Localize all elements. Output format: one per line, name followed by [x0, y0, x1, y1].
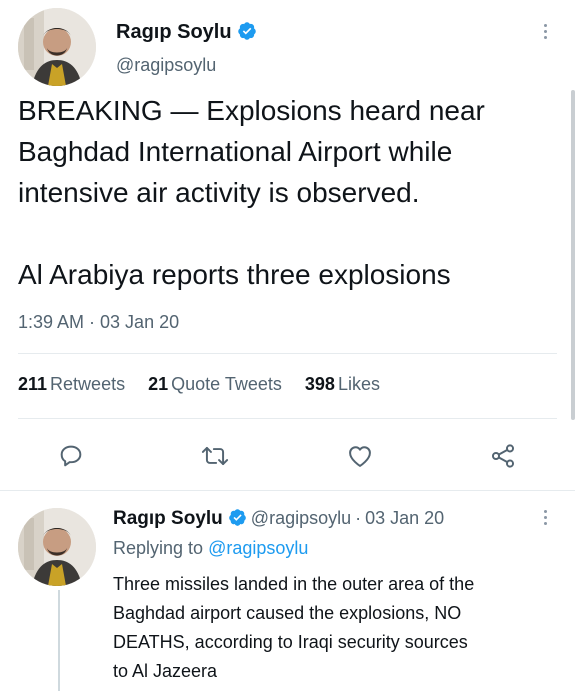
tweet-text-line: BREAKING — Explosions heard near [18, 95, 485, 126]
replying-to: Replying to @ragipsoylu [113, 538, 309, 558]
thread-line [58, 590, 60, 691]
author-handle[interactable]: @ragipsoylu [116, 55, 216, 76]
author-name[interactable]: Ragıp Soylu [116, 21, 257, 47]
reply-text-line: Baghdad airport caused the explosions, N… [113, 603, 462, 623]
tweet-text-line: Baghdad International Airport while [18, 136, 453, 167]
tweet-stats: 211 Retweets 21 Quote Tweets 398 Likes [18, 374, 398, 395]
verified-badge-icon [237, 21, 257, 47]
retweet-icon [201, 446, 229, 466]
scrollbar[interactable] [571, 90, 575, 420]
tweet-timestamp[interactable]: 1:39 AM · 03 Jan 20 [18, 312, 179, 333]
reply-separator: · [355, 508, 362, 528]
quote-tweets-stat[interactable]: 21 Quote Tweets [148, 374, 282, 395]
reply-author-avatar[interactable] [18, 508, 96, 586]
reply-text-line: DEATHS, according to Iraqi security sour… [113, 632, 468, 652]
tweet-text-line: intensive air activity is observed. [18, 177, 420, 208]
replying-to-link[interactable]: @ragipsoylu [208, 538, 308, 558]
more-options-icon[interactable] [543, 510, 549, 528]
reply-date[interactable]: 03 Jan 20 [365, 508, 444, 528]
divider [18, 418, 557, 419]
reply-header: Ragıp Soylu @ragipsoylu · 03 Jan 20 [113, 508, 444, 532]
reply-icon [60, 445, 82, 467]
reply-text-line: Three missiles landed in the outer area … [113, 574, 475, 594]
likes-stat[interactable]: 398 Likes [305, 374, 380, 395]
tweet-text-line: Al Arabiya reports three explosions [18, 259, 451, 290]
more-options-icon[interactable] [543, 24, 549, 42]
share-button[interactable] [487, 440, 519, 472]
reply-text-line: to Al Jazeera [113, 661, 218, 681]
reply-author-name[interactable]: Ragıp Soylu [113, 508, 223, 529]
divider [18, 353, 557, 354]
reply-author-handle[interactable]: @ragipsoylu [251, 508, 351, 528]
like-icon [349, 446, 371, 467]
verified-badge-icon [228, 508, 247, 532]
avatar-photo-icon [18, 8, 96, 86]
reply-text: Three missiles landed in the outer area … [113, 570, 563, 686]
reply-button[interactable] [55, 440, 87, 472]
section-divider [0, 490, 575, 491]
author-avatar[interactable] [18, 8, 96, 86]
avatar-photo-icon [18, 508, 96, 586]
share-icon [491, 444, 515, 468]
like-button[interactable] [344, 440, 376, 472]
tweet-actions [0, 436, 575, 476]
tweet-text: BREAKING — Explosions heard near Baghdad… [18, 90, 563, 295]
retweets-stat[interactable]: 211 Retweets [18, 374, 125, 395]
retweet-button[interactable] [199, 440, 231, 472]
